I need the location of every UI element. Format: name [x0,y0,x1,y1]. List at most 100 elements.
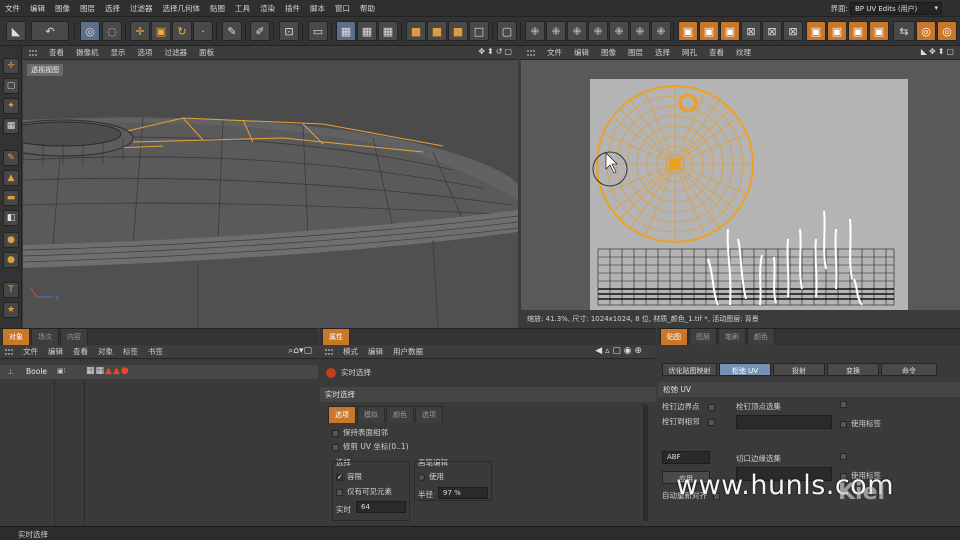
uv-menu-image[interactable]: 图像 [595,47,622,58]
transform-button[interactable]: 变换 [827,363,879,376]
menu-file[interactable]: 文件 [0,3,25,14]
tolerance-option[interactable]: ✓ 容限 [336,471,362,482]
viewport-3d[interactable]: 查看 摄像机 显示 选项 过滤器 面板 ✥⬍↺▢ z 透视视图 [23,46,518,328]
uv-flip-icon[interactable]: ⊠ [762,21,782,41]
obj-menu-edit[interactable]: 编辑 [43,346,68,357]
visible-only-option[interactable]: 仅有可见元素 [336,486,392,497]
menu-edit[interactable]: 编辑 [25,3,50,14]
uv-scale-icon[interactable]: ▣ [699,21,719,41]
object-row[interactable]: ⟂ Boole ▣⁝ ▦▦▲▲● [0,365,318,379]
uv-menu-view[interactable]: 查看 [703,47,730,58]
tool-text-icon[interactable]: T [3,282,19,298]
obj-menu-file[interactable]: 文件 [18,346,43,357]
uv-edges-icon[interactable]: ⁜ [546,21,566,41]
uv-flip2-icon[interactable]: ⊠ [783,21,803,41]
menu-filter[interactable]: 过滤器 [125,3,158,14]
menu-layer[interactable]: 图层 [75,3,100,14]
uv-grid2-icon[interactable]: ⁜ [630,21,650,41]
vp-menu-camera[interactable]: 摄像机 [70,47,105,58]
tool-smudge-icon[interactable]: ● [3,252,19,268]
vp-menu-filter[interactable]: 过滤器 [159,47,194,58]
clip-uv-option[interactable]: 修剪 UV 坐标(0..1) [332,441,409,452]
uv-viewport[interactable]: 文件 编辑 图像 图层 选择 网孔 查看 纹理 ◣✥⬍▢ 缩放: 41.3%, … [521,46,960,328]
tool-checker-icon[interactable]: ▦ [3,118,19,134]
cube3-icon[interactable]: ■ [448,21,468,41]
menu-plugins[interactable]: 插件 [280,3,305,14]
cube-icon[interactable]: ■ [406,21,426,41]
tool-fill-icon[interactable]: ● [3,232,19,248]
tool-frame-icon[interactable]: ▢ [3,78,19,94]
move-icon[interactable]: ✛ [130,21,150,41]
menu-script[interactable]: 脚本 [305,3,330,14]
uv-mirror-icon[interactable]: ⊠ [741,21,761,41]
pin-neighbor-option[interactable]: 栓钉到相邻 [662,416,719,427]
brush-use-option[interactable]: 使用 [418,471,444,482]
frame-icon[interactable]: ▢ [497,21,517,41]
uv-texture-canvas[interactable] [590,79,908,311]
uv-menu-texture[interactable]: 纹理 [730,47,757,58]
tags-icons[interactable]: ▦▦▲▲● [86,366,130,376]
uv-points-icon[interactable]: ⁜ [525,21,545,41]
optimal-mapping-button[interactable]: 优化贴图映射 [662,363,717,376]
menu-select-geometry[interactable]: 选择几何体 [158,3,206,14]
scale-icon[interactable]: ▣ [151,21,171,41]
checker-icon[interactable]: ▦ [336,21,356,41]
layout-select[interactable]: BP UV Edits (用户) [850,2,942,15]
tab-takes[interactable]: 场次 [31,329,59,345]
obj-menu-bookmarks[interactable]: 书签 [143,346,168,357]
uv-fit-icon[interactable]: ▣ [806,21,826,41]
undo-icon[interactable]: ↶ [31,21,69,41]
menu-help[interactable]: 帮助 [355,3,380,14]
uv-menu-layer[interactable]: 图层 [622,47,649,58]
checker3-icon[interactable]: ▦ [378,21,398,41]
uv-fit3-icon[interactable]: ▣ [848,21,868,41]
tool-move-icon[interactable]: ✛ [3,58,19,74]
uv-grid3-icon[interactable]: ⁜ [651,21,671,41]
realtime-value-field[interactable]: 64 [356,501,406,513]
subtab-simulate[interactable]: 模拟 [357,406,385,423]
uv-menu-select[interactable]: 选择 [649,47,676,58]
projection-button[interactable]: 投射 [773,363,825,376]
commands-button[interactable]: 命令 [881,363,937,376]
radius-value-field[interactable]: 97 % [438,487,488,499]
uv-fit2-icon[interactable]: ▣ [827,21,847,41]
menu-render[interactable]: 渲染 [255,3,280,14]
subtab-options2[interactable]: 选项 [415,406,443,423]
mode-icon[interactable]: ◣ [6,21,26,41]
method-dropdown[interactable]: ABF [662,451,710,464]
uv-mesh-icon[interactable]: ⁜ [588,21,608,41]
uv-rotate-icon[interactable]: ▣ [720,21,740,41]
attr-menu-userdata[interactable]: 用户数据 [388,346,428,357]
pin-border-option[interactable]: 栓钉边界点 [662,401,719,412]
menu-texture[interactable]: 贴图 [205,3,230,14]
uv-sphere-icon[interactable]: ◎ [916,21,936,41]
cut-edges-checkbox[interactable] [840,453,847,460]
attr-menu-edit[interactable]: 编辑 [363,346,388,357]
tab-objects[interactable]: 对象 [2,329,30,345]
uv-sphere2-icon[interactable]: ◎ [937,21,957,41]
paint-3d-icon[interactable]: ✐ [250,21,270,41]
cube2-icon[interactable]: ■ [427,21,447,41]
tool-eraser-icon[interactable]: ▬ [3,190,19,206]
cube4-icon[interactable]: □ [469,21,489,41]
keep-surface-option[interactable]: 保持表面相邻 [332,427,388,438]
relax-uv-button[interactable]: 松弛 UV [719,363,771,376]
attr-menu-mode[interactable]: 模式 [338,346,363,357]
vp-menu-options[interactable]: 选项 [132,47,159,58]
recent-tool-icon[interactable]: · [193,21,213,41]
vp-menu-panel[interactable]: 面板 [193,47,220,58]
tool-gradient-icon[interactable]: ◧ [3,210,19,226]
obj-menu-tags[interactable]: 标签 [118,346,143,357]
tab-texture[interactable]: 贴图 [660,329,688,345]
uv-nav-icon[interactable]: ◣✥⬍▢ [921,47,956,56]
menu-image[interactable]: 图像 [50,3,75,14]
rotate-icon[interactable]: ↻ [172,21,192,41]
tool-magnet-icon[interactable]: ✦ [3,98,19,114]
layer-toggle-icon[interactable]: ▣⁝ [57,367,66,375]
vp-menu-display[interactable]: 显示 [105,47,132,58]
attr-nav-icon[interactable]: ◀ ▵ ▢ ◉ ⊕ [595,346,642,356]
attr-scrollbar[interactable] [643,405,648,521]
view-icon[interactable]: ▭ [308,21,328,41]
obj-menu-object[interactable]: 对象 [93,346,118,357]
obj-menu-view[interactable]: 查看 [68,346,93,357]
